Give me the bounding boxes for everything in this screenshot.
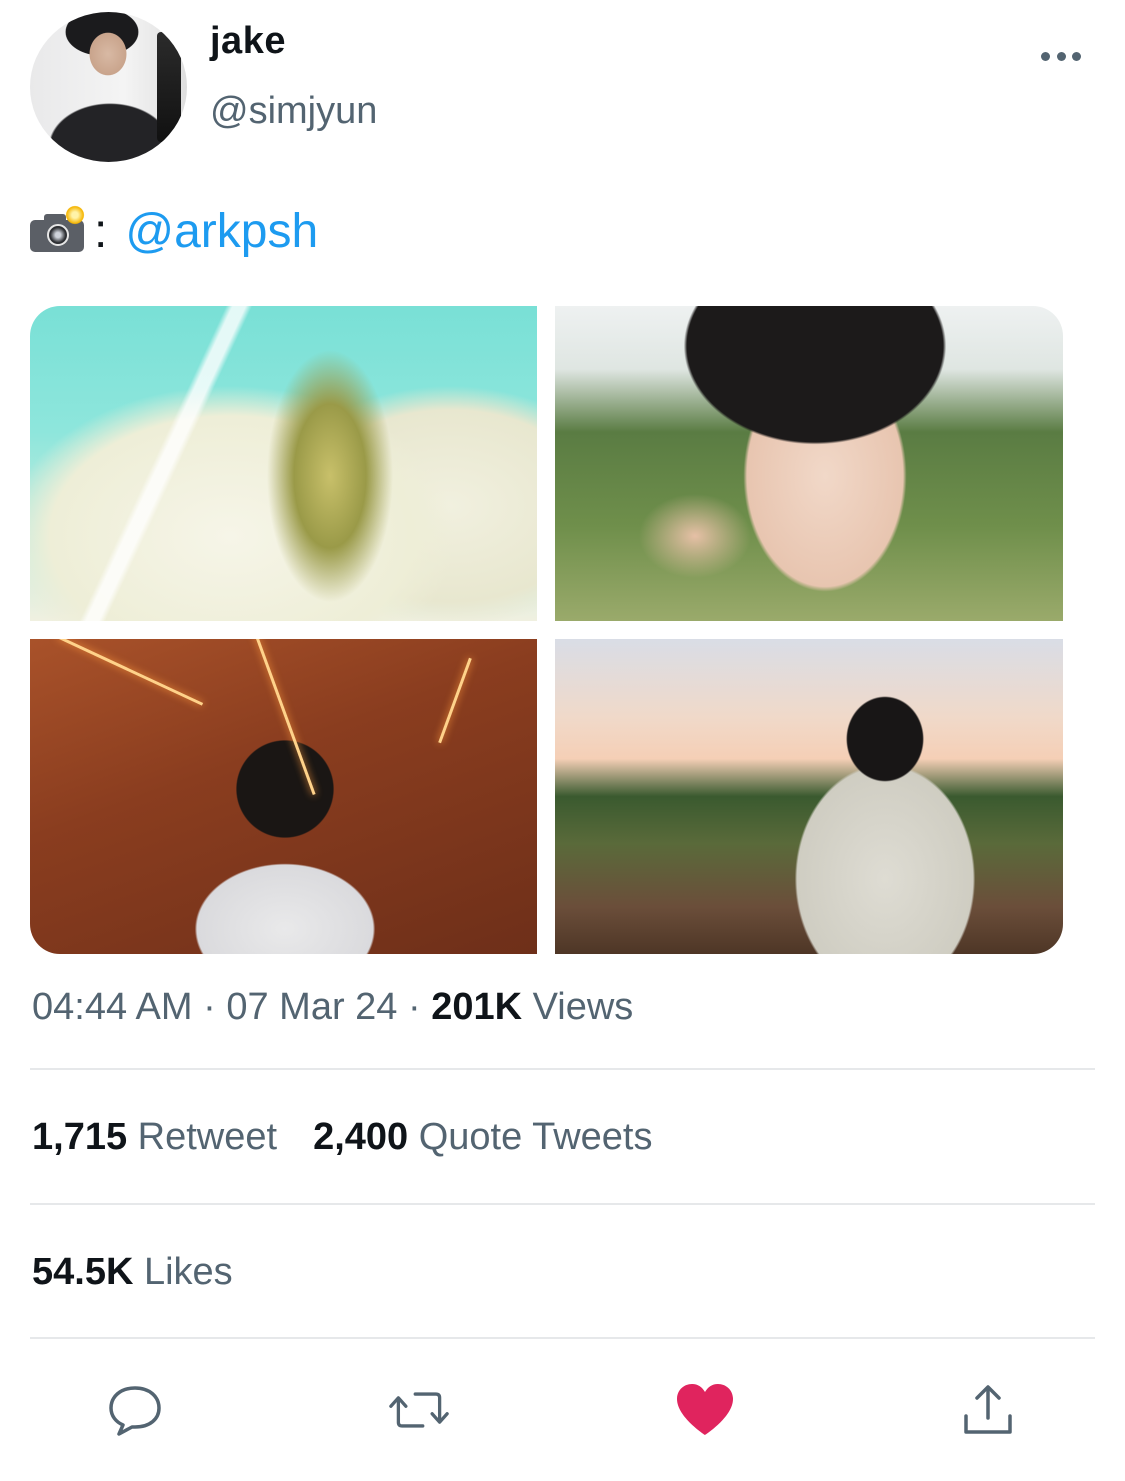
reply-icon[interactable] bbox=[105, 1380, 165, 1440]
tweet-text: : @arkpsh bbox=[30, 200, 318, 264]
media-photo-4[interactable] bbox=[555, 639, 1063, 954]
views-label: Views bbox=[522, 986, 634, 1028]
avatar-background-monitor bbox=[157, 32, 181, 142]
action-bar bbox=[0, 1380, 1125, 1440]
quotes-label: Quote Tweets bbox=[408, 1116, 653, 1158]
tweet-time: 04:44 AM bbox=[32, 986, 193, 1028]
retweets-stat[interactable]: 1,715 Retweet bbox=[32, 1116, 277, 1158]
share-icon[interactable] bbox=[958, 1380, 1018, 1440]
heart-icon[interactable] bbox=[675, 1380, 735, 1440]
meta-separator: · bbox=[397, 986, 432, 1028]
likes-label: Likes bbox=[133, 1251, 233, 1293]
media-photo-1[interactable] bbox=[30, 306, 537, 621]
media-photo-3[interactable] bbox=[30, 639, 537, 954]
divider bbox=[30, 1203, 1095, 1205]
likes-stat[interactable]: 54.5K Likes bbox=[32, 1251, 233, 1293]
retweets-count: 1,715 bbox=[32, 1116, 128, 1158]
tweet-text-separator: : bbox=[94, 205, 108, 258]
camera-with-flash-icon bbox=[30, 204, 86, 252]
author-handle[interactable]: @simjyun bbox=[210, 90, 377, 133]
author-display-name[interactable]: jake bbox=[210, 20, 286, 63]
quotes-count: 2,400 bbox=[313, 1116, 409, 1158]
views-count: 201K bbox=[431, 986, 523, 1028]
retweets-label: Retweet bbox=[127, 1116, 278, 1158]
tweet-date: 07 Mar 24 bbox=[226, 986, 398, 1028]
more-options-icon[interactable] bbox=[1041, 48, 1081, 64]
engagement-row: 1,715 Retweet 2,400 Quote Tweets bbox=[32, 1116, 652, 1159]
divider bbox=[30, 1068, 1095, 1070]
retweet-icon[interactable] bbox=[389, 1380, 449, 1440]
likes-row: 54.5K Likes bbox=[32, 1251, 233, 1294]
divider bbox=[30, 1337, 1095, 1339]
avatar[interactable] bbox=[30, 12, 187, 162]
quote-tweets-stat[interactable]: 2,400 Quote Tweets bbox=[313, 1116, 652, 1158]
media-grid bbox=[30, 306, 1063, 954]
likes-count: 54.5K bbox=[32, 1251, 134, 1293]
meta-separator: · bbox=[192, 986, 227, 1028]
tweet-meta: 04:44 AM · 07 Mar 24 · 201K Views bbox=[32, 986, 633, 1029]
mention-link[interactable]: @arkpsh bbox=[125, 200, 318, 264]
media-photo-2[interactable] bbox=[555, 306, 1063, 621]
